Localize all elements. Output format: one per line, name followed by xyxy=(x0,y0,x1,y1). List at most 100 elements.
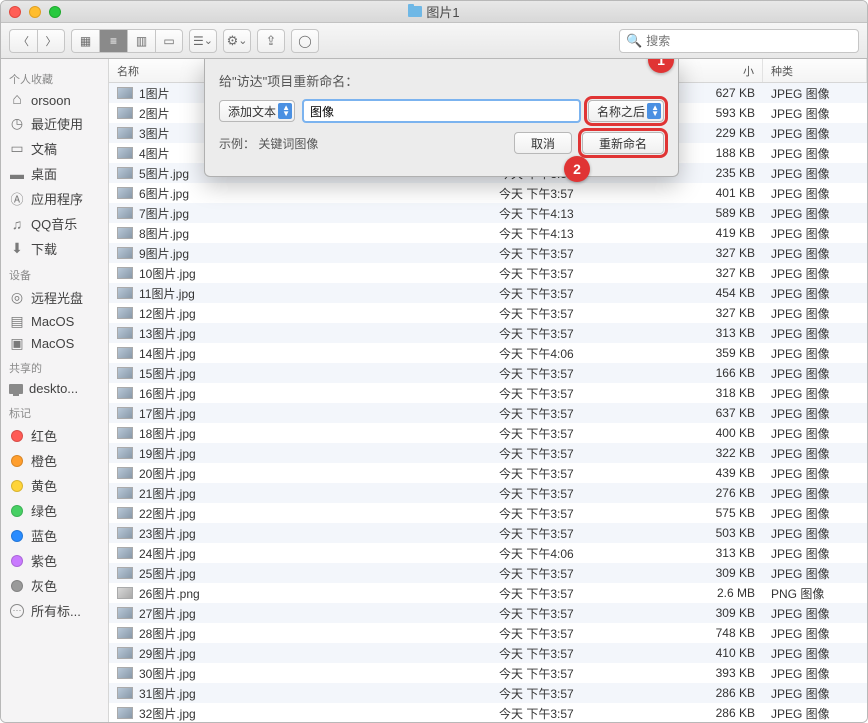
table-row[interactable]: 30图片.jpg今天 下午3:57393 KBJPEG 图像 xyxy=(109,663,867,683)
mode-select[interactable]: 添加文本 ▲▼ xyxy=(219,100,295,122)
close-button[interactable] xyxy=(9,6,21,18)
sidebar-item[interactable]: 黄色 xyxy=(1,473,108,498)
table-row[interactable]: 32图片.jpg今天 下午3:57286 KBJPEG 图像 xyxy=(109,703,867,722)
cell-name: 6图片.jpg xyxy=(109,185,491,202)
position-select[interactable]: 名称之后 ▲▼ xyxy=(588,100,664,122)
sidebar-item[interactable]: MacOS xyxy=(1,310,108,332)
view-gallery-button[interactable]: ▭ xyxy=(155,29,183,53)
zoom-button[interactable] xyxy=(49,6,61,18)
table-row[interactable]: 13图片.jpg今天 下午3:57313 KBJPEG 图像 xyxy=(109,323,867,343)
table-row[interactable]: 17图片.jpg今天 下午3:57637 KBJPEG 图像 xyxy=(109,403,867,423)
table-row[interactable]: 24图片.jpg今天 下午4:06313 KBJPEG 图像 xyxy=(109,543,867,563)
forward-button[interactable]: 〉 xyxy=(37,29,65,53)
table-row[interactable]: 8图片.jpg今天 下午4:13419 KBJPEG 图像 xyxy=(109,223,867,243)
cell-kind: JPEG 图像 xyxy=(763,505,867,522)
cell-name: 28图片.jpg xyxy=(109,625,491,642)
sidebar-item[interactable]: 最近使用 xyxy=(1,111,108,136)
table-row[interactable]: 12图片.jpg今天 下午3:57327 KBJPEG 图像 xyxy=(109,303,867,323)
table-row[interactable]: 22图片.jpg今天 下午3:57575 KBJPEG 图像 xyxy=(109,503,867,523)
table-row[interactable]: 19图片.jpg今天 下午3:57322 KBJPEG 图像 xyxy=(109,443,867,463)
table-row[interactable]: 28图片.jpg今天 下午3:57748 KBJPEG 图像 xyxy=(109,623,867,643)
sidebar-item[interactable]: 绿色 xyxy=(1,498,108,523)
sidebar-item[interactable]: deskto... xyxy=(1,378,108,399)
sidebar-item[interactable]: ⋯所有标... xyxy=(1,598,108,623)
cell-kind: JPEG 图像 xyxy=(763,625,867,642)
cell-kind: JPEG 图像 xyxy=(763,225,867,242)
back-button[interactable]: 〈 xyxy=(9,29,37,53)
sidebar-item-label: 灰色 xyxy=(31,576,57,595)
finder-window: 图片1 〈 〉 ▦ ≡ ▥ ▭ ☰ ⌄ ⚙ ⌄ ⇪ ◯ 🔍 个人收藏orsoon… xyxy=(0,0,868,723)
file-thumb-icon xyxy=(117,367,133,379)
action-button[interactable]: ⚙ ⌄ xyxy=(223,29,251,53)
view-column-button[interactable]: ▥ xyxy=(127,29,155,53)
table-row[interactable]: 20图片.jpg今天 下午3:57439 KBJPEG 图像 xyxy=(109,463,867,483)
table-row[interactable]: 27图片.jpg今天 下午3:57309 KBJPEG 图像 xyxy=(109,603,867,623)
share-button[interactable]: ⇪ xyxy=(257,29,285,53)
file-thumb-icon xyxy=(117,307,133,319)
view-list-button[interactable]: ≡ xyxy=(99,29,127,53)
cell-size: 393 KB xyxy=(659,666,763,680)
table-row[interactable]: 6图片.jpg今天 下午3:57401 KBJPEG 图像 xyxy=(109,183,867,203)
table-row[interactable]: 26图片.png今天 下午3:572.6 MBPNG 图像 xyxy=(109,583,867,603)
sidebar-item[interactable]: 红色 xyxy=(1,423,108,448)
sidebar-item[interactable]: MacOS xyxy=(1,332,108,354)
cell-name: 8图片.jpg xyxy=(109,225,491,242)
cancel-button[interactable]: 取消 xyxy=(514,132,572,154)
file-thumb-icon xyxy=(117,407,133,419)
file-thumb-icon xyxy=(117,387,133,399)
table-row[interactable]: 25图片.jpg今天 下午3:57309 KBJPEG 图像 xyxy=(109,563,867,583)
tag-red-icon xyxy=(9,428,25,444)
rename-text-input[interactable] xyxy=(303,100,580,122)
table-row[interactable]: 11图片.jpg今天 下午3:57454 KBJPEG 图像 xyxy=(109,283,867,303)
column-kind[interactable]: 种类 xyxy=(763,59,867,82)
sidebar-item[interactable]: 紫色 xyxy=(1,548,108,573)
sidebar-item[interactable]: 远程光盘 xyxy=(1,285,108,310)
file-thumb-icon xyxy=(117,647,133,659)
cell-size: 286 KB xyxy=(659,706,763,720)
cell-date: 今天 下午3:57 xyxy=(491,625,659,642)
table-row[interactable]: 31图片.jpg今天 下午3:57286 KBJPEG 图像 xyxy=(109,683,867,703)
table-row[interactable]: 16图片.jpg今天 下午3:57318 KBJPEG 图像 xyxy=(109,383,867,403)
cell-kind: JPEG 图像 xyxy=(763,425,867,442)
table-row[interactable]: 29图片.jpg今天 下午3:57410 KBJPEG 图像 xyxy=(109,643,867,663)
sidebar-item[interactable]: 文稿 xyxy=(1,136,108,161)
sidebar-item-label: MacOS xyxy=(31,314,74,329)
sidebar-item[interactable]: 橙色 xyxy=(1,448,108,473)
cell-kind: PNG 图像 xyxy=(763,585,867,602)
arrange-button[interactable]: ☰ ⌄ xyxy=(189,29,217,53)
table-row[interactable]: 14图片.jpg今天 下午4:06359 KBJPEG 图像 xyxy=(109,343,867,363)
sidebar-item-label: orsoon xyxy=(31,93,71,108)
table-row[interactable]: 7图片.jpg今天 下午4:13589 KBJPEG 图像 xyxy=(109,203,867,223)
sidebar-item[interactable]: 灰色 xyxy=(1,573,108,598)
search-field[interactable]: 🔍 xyxy=(619,29,859,53)
cell-kind: JPEG 图像 xyxy=(763,705,867,722)
cell-size: 454 KB xyxy=(659,286,763,300)
sidebar-item-label: 远程光盘 xyxy=(31,288,83,307)
list-body[interactable]: 1图片627 KBJPEG 图像2图片593 KBJPEG 图像3图片229 K… xyxy=(109,83,867,722)
view-icon-button[interactable]: ▦ xyxy=(71,29,99,53)
sidebar-item[interactable]: 蓝色 xyxy=(1,523,108,548)
table-row[interactable]: 18图片.jpg今天 下午3:57400 KBJPEG 图像 xyxy=(109,423,867,443)
app-icon xyxy=(9,191,25,207)
table-row[interactable]: 21图片.jpg今天 下午3:57276 KBJPEG 图像 xyxy=(109,483,867,503)
rename-dialog: 给"访达"项目重新命名： 添加文本 ▲▼ 名称之后 ▲▼ 示例： 关键 xyxy=(204,59,679,177)
minimize-button[interactable] xyxy=(29,6,41,18)
sidebar-item[interactable]: 应用程序 xyxy=(1,186,108,211)
file-thumb-icon xyxy=(117,707,133,719)
cell-kind: JPEG 图像 xyxy=(763,265,867,282)
cell-date: 今天 下午3:57 xyxy=(491,525,659,542)
hd-icon xyxy=(9,313,25,329)
table-row[interactable]: 9图片.jpg今天 下午3:57327 KBJPEG 图像 xyxy=(109,243,867,263)
sidebar-item[interactable]: 桌面 xyxy=(1,161,108,186)
file-thumb-icon xyxy=(117,627,133,639)
table-row[interactable]: 23图片.jpg今天 下午3:57503 KBJPEG 图像 xyxy=(109,523,867,543)
tags-button[interactable]: ◯ xyxy=(291,29,319,53)
sidebar-item[interactable]: orsoon xyxy=(1,89,108,111)
search-input[interactable] xyxy=(646,34,852,48)
rename-button[interactable]: 重新命名 xyxy=(582,132,664,154)
select-arrows-icon: ▲▼ xyxy=(651,105,659,117)
sidebar-item[interactable]: 下载 xyxy=(1,236,108,261)
sidebar-item[interactable]: QQ音乐 xyxy=(1,211,108,236)
table-row[interactable]: 10图片.jpg今天 下午3:57327 KBJPEG 图像 xyxy=(109,263,867,283)
table-row[interactable]: 15图片.jpg今天 下午3:57166 KBJPEG 图像 xyxy=(109,363,867,383)
